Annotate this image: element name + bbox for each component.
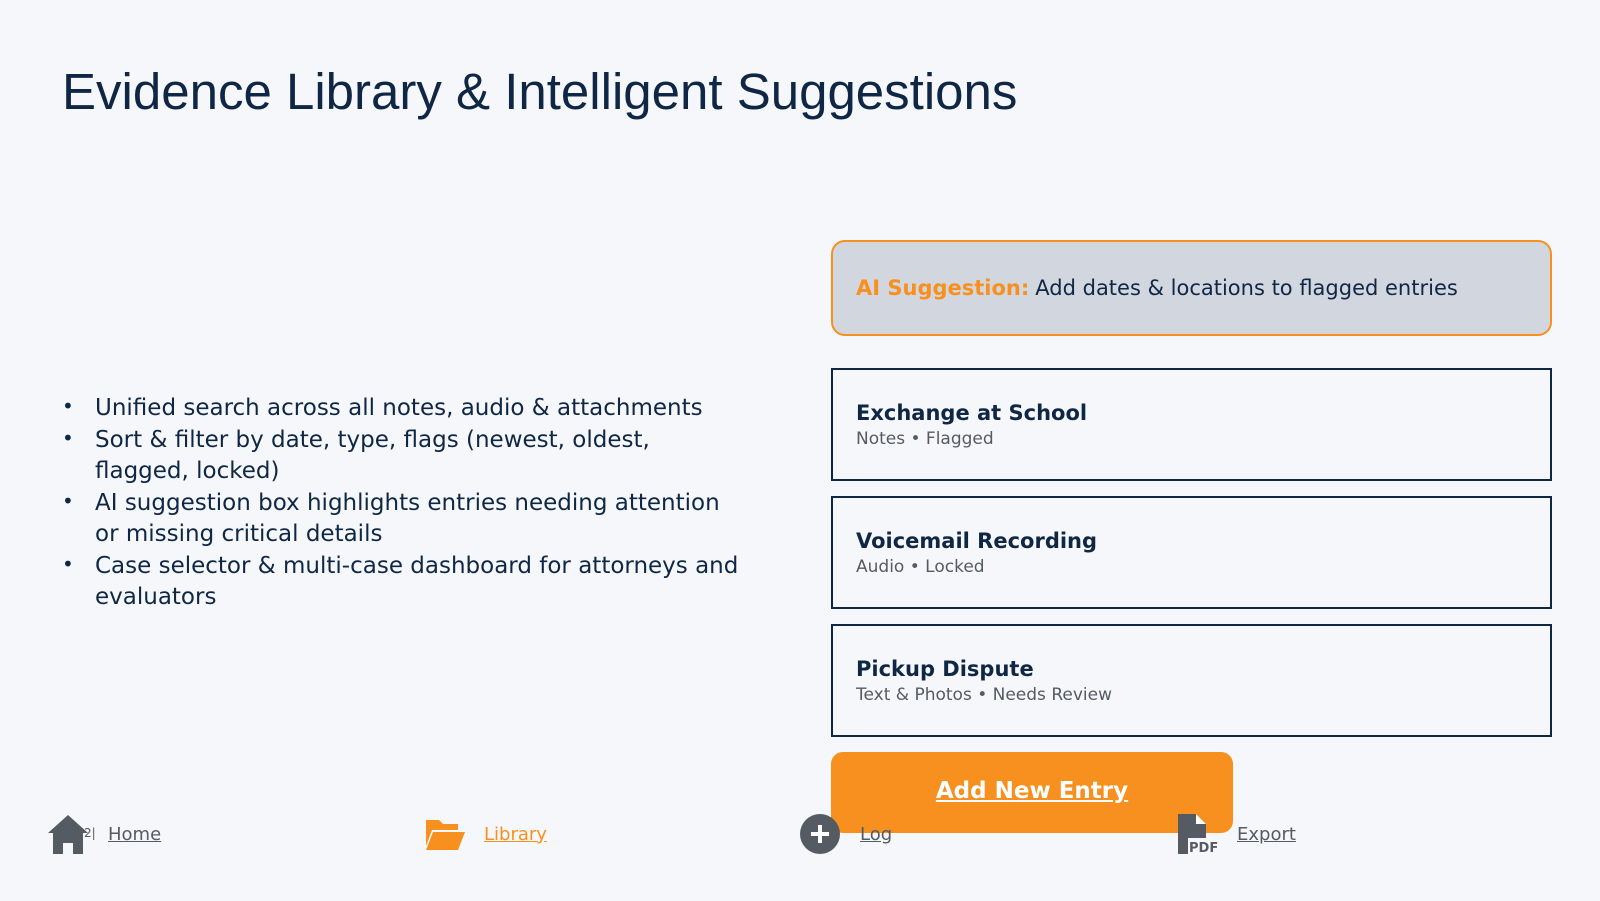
nav-log-label[interactable]: Log: [860, 824, 892, 845]
entry-meta: Audio • Locked: [856, 556, 985, 577]
ai-suggestion-box[interactable]: AI Suggestion: Add dates & locations to …: [831, 240, 1552, 336]
feature-item: Unified search across all notes, audio &…: [62, 391, 742, 425]
nav-export-label[interactable]: Export: [1237, 824, 1296, 845]
ai-suggestion-text: Add dates & locations to flagged entries: [1035, 276, 1458, 300]
folder-open-icon: [426, 820, 465, 850]
evidence-entry-card[interactable]: Voicemail Recording Audio • Locked: [831, 496, 1552, 609]
entry-meta: Notes • Flagged: [856, 428, 994, 449]
feature-item: AI suggestion box highlights entries nee…: [62, 486, 742, 551]
nav-log[interactable]: Log: [799, 812, 892, 856]
entry-meta: Text & Photos • Needs Review: [856, 684, 1112, 705]
home-badge: 2|: [84, 826, 96, 840]
entry-title: Pickup Dispute: [856, 656, 1034, 681]
plus-circle-icon: [800, 814, 840, 854]
feature-item: Case selector & multi‑case dashboard for…: [62, 549, 742, 614]
nav-export[interactable]: PDF Export: [1176, 812, 1296, 856]
entry-title: Voicemail Recording: [856, 528, 1098, 553]
nav-library[interactable]: Library: [424, 812, 547, 856]
pdf-file-icon: PDF: [1178, 814, 1218, 856]
ai-suggestion-label: AI Suggestion:: [856, 276, 1030, 300]
evidence-entry-card[interactable]: Exchange at School Notes • Flagged: [831, 368, 1552, 481]
feature-item: Sort & filter by date, type, flags (newe…: [62, 423, 742, 488]
page-title: Evidence Library & Intelligent Suggestio…: [62, 63, 1018, 120]
nav-library-label[interactable]: Library: [484, 824, 547, 845]
nav-home[interactable]: 2| Home: [46, 812, 161, 856]
svg-text:PDF: PDF: [1189, 841, 1218, 856]
feature-list: Unified search across all notes, audio &…: [62, 391, 742, 614]
entry-title: Exchange at School: [856, 400, 1088, 425]
nav-home-label[interactable]: Home: [108, 824, 161, 845]
evidence-entry-card[interactable]: Pickup Dispute Text & Photos • Needs Rev…: [831, 624, 1552, 737]
